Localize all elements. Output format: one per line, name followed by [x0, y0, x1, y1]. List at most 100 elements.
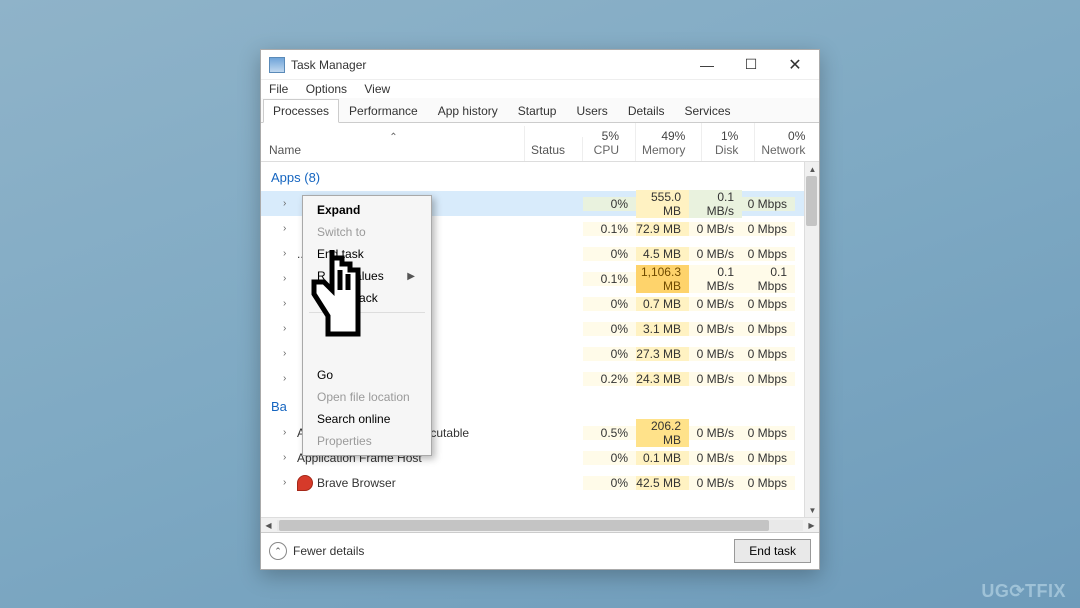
ctx-search-online[interactable]: Search online: [305, 408, 429, 430]
network-value: 0.1 Mbps: [742, 265, 795, 293]
memory-value: 72.9 MB: [636, 222, 689, 236]
tab-startup[interactable]: Startup: [508, 99, 567, 123]
disk-value: 0 MB/s: [689, 247, 742, 261]
network-value: 0 Mbps: [742, 247, 795, 261]
network-value: 0 Mbps: [742, 347, 795, 361]
cpu-value: 0.1%: [583, 272, 636, 286]
network-value: 0 Mbps: [742, 297, 795, 311]
ctx-hidden-b[interactable]: [305, 340, 429, 364]
disk-value: 0 MB/s: [689, 322, 742, 336]
chevron-up-icon: ⌃: [269, 542, 287, 560]
expand-caret-icon[interactable]: ›: [283, 223, 293, 234]
col-cpu[interactable]: 5% CPU: [583, 123, 636, 161]
disk-value: 0 MB/s: [689, 222, 742, 236]
expand-caret-icon[interactable]: ›: [283, 323, 293, 334]
app-icon: [269, 57, 285, 73]
menu-options[interactable]: Options: [306, 82, 347, 96]
expand-caret-icon[interactable]: ›: [283, 248, 293, 259]
tabbar: Processes Performance App history Startu…: [261, 98, 819, 123]
cpu-value: 0%: [583, 322, 636, 336]
expand-caret-icon[interactable]: ›: [283, 373, 293, 384]
scroll-right-icon[interactable]: ▶: [804, 521, 819, 530]
close-button[interactable]: ✕: [773, 50, 817, 79]
process-row[interactable]: ›Brave Browser0%42.5 MB0 MB/s0 Mbps: [261, 470, 819, 495]
ctx-properties: Properties: [305, 430, 429, 452]
cpu-value: 0%: [583, 197, 636, 211]
sort-caret-icon: ⌃: [269, 132, 518, 143]
group-apps[interactable]: Apps (8): [261, 162, 819, 191]
col-status[interactable]: Status: [525, 137, 583, 161]
ctx-expand[interactable]: Expand: [305, 199, 429, 221]
network-value: 0 Mbps: [742, 451, 795, 465]
scroll-down-icon[interactable]: ▼: [805, 503, 819, 517]
expand-caret-icon[interactable]: ›: [283, 298, 293, 309]
disk-value: 0 MB/s: [689, 347, 742, 361]
scroll-left-icon[interactable]: ◀: [261, 521, 276, 530]
cpu-value: 0.1%: [583, 222, 636, 236]
memory-value: 206.2 MB: [636, 419, 689, 447]
watermark: UG⟳TFIX: [981, 581, 1066, 602]
ctx-open-file-location: Open file location: [305, 386, 429, 408]
cpu-value: 0%: [583, 347, 636, 361]
col-network[interactable]: 0% Network: [755, 123, 821, 161]
expand-caret-icon[interactable]: ›: [283, 427, 293, 438]
menubar: File Options View: [261, 80, 819, 98]
hand-cursor-icon: [302, 244, 372, 339]
memory-value: 0.7 MB: [636, 297, 689, 311]
network-value: 0 Mbps: [742, 476, 795, 490]
disk-value: 0 MB/s: [689, 476, 742, 490]
expand-caret-icon[interactable]: ›: [283, 273, 293, 284]
tab-services[interactable]: Services: [675, 99, 741, 123]
cpu-value: 0%: [583, 247, 636, 261]
memory-value: 42.5 MB: [636, 476, 689, 490]
col-name[interactable]: ⌃ Name: [261, 126, 525, 161]
fewer-details-button[interactable]: ⌃ Fewer details: [269, 542, 364, 560]
cpu-value: 0.2%: [583, 372, 636, 386]
minimize-button[interactable]: —: [685, 50, 729, 79]
memory-value: 27.3 MB: [636, 347, 689, 361]
ctx-go-to[interactable]: Go: [305, 364, 429, 386]
memory-value: 3.1 MB: [636, 322, 689, 336]
expand-caret-icon[interactable]: ›: [283, 452, 293, 463]
menu-view[interactable]: View: [364, 82, 390, 96]
process-name: Brave Browser: [317, 476, 396, 490]
titlebar[interactable]: Task Manager — ☐ ✕: [261, 50, 819, 80]
disk-value: 0 MB/s: [689, 372, 742, 386]
expand-caret-icon[interactable]: ›: [283, 348, 293, 359]
network-value: 0 Mbps: [742, 222, 795, 236]
maximize-button[interactable]: ☐: [729, 50, 773, 79]
h-scroll-thumb[interactable]: [279, 520, 769, 531]
scroll-thumb[interactable]: [806, 176, 817, 226]
disk-value: 0 MB/s: [689, 426, 742, 440]
process-icon: [297, 475, 313, 491]
h-scrollbar[interactable]: ◀ ▶: [261, 517, 819, 532]
v-scrollbar[interactable]: ▲ ▼: [804, 162, 819, 517]
expand-caret-icon[interactable]: ›: [283, 198, 293, 209]
memory-value: 4.5 MB: [636, 247, 689, 261]
submenu-arrow-icon: ▶: [407, 271, 415, 282]
memory-value: 24.3 MB: [636, 372, 689, 386]
end-task-button[interactable]: End task: [734, 539, 811, 563]
scroll-up-icon[interactable]: ▲: [805, 162, 819, 176]
tab-performance[interactable]: Performance: [339, 99, 428, 123]
col-disk[interactable]: 1% Disk: [702, 123, 755, 161]
tab-app-history[interactable]: App history: [428, 99, 508, 123]
col-memory[interactable]: 49% Memory: [636, 123, 702, 161]
disk-value: 0.1 MB/s: [689, 190, 742, 218]
cpu-value: 0%: [583, 451, 636, 465]
memory-value: 555.0 MB: [636, 190, 689, 218]
tab-processes[interactable]: Processes: [263, 99, 339, 123]
network-value: 0 Mbps: [742, 197, 795, 211]
cpu-value: 0.5%: [583, 426, 636, 440]
tab-users[interactable]: Users: [566, 99, 617, 123]
column-headers: ⌃ Name Status 5% CPU 49% Memory 1% Disk …: [261, 123, 819, 162]
disk-value: 0 MB/s: [689, 297, 742, 311]
disk-value: 0 MB/s: [689, 451, 742, 465]
disk-value: 0.1 MB/s: [689, 265, 742, 293]
footer: ⌃ Fewer details End task: [261, 532, 819, 569]
ctx-switch-to: Switch to: [305, 221, 429, 243]
tab-details[interactable]: Details: [618, 99, 675, 123]
expand-caret-icon[interactable]: ›: [283, 477, 293, 488]
menu-file[interactable]: File: [269, 82, 288, 96]
network-value: 0 Mbps: [742, 322, 795, 336]
